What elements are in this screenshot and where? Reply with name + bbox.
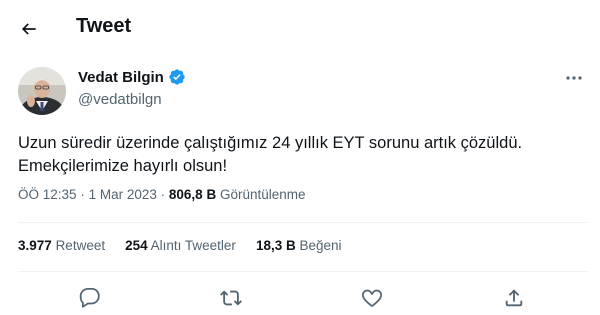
tweet-actions <box>0 284 600 312</box>
share-icon <box>505 289 523 307</box>
author-name-text: Vedat Bilgin <box>78 68 164 86</box>
likes-label: Beğeni <box>299 238 342 253</box>
divider <box>18 222 588 223</box>
tweet-date[interactable]: 1 Mar 2023 <box>89 187 157 202</box>
tweet-time[interactable]: ÖÖ 12:35 <box>18 187 77 202</box>
quotes-label: Alıntı Tweetler <box>150 238 236 253</box>
divider <box>18 271 588 272</box>
quotes-stat[interactable]: 254 Alıntı Tweetler <box>125 238 236 253</box>
retweets-stat[interactable]: 3.977 Retweet <box>18 238 105 253</box>
more-options-button[interactable] <box>560 66 588 90</box>
share-button[interactable] <box>500 284 528 312</box>
like-icon <box>361 289 383 307</box>
verified-badge-icon <box>168 68 186 86</box>
views-count: 806,8 B <box>168 187 217 202</box>
tweet-text-line: Emekçilerimize hayırlı olsun! <box>18 157 228 175</box>
views-label: Görüntülenme <box>219 187 306 202</box>
like-button[interactable] <box>358 284 386 312</box>
likes-count: 18,3 B <box>255 238 296 253</box>
reply-icon <box>79 287 100 308</box>
reply-button[interactable] <box>76 284 104 312</box>
meta-separator: · <box>160 187 166 202</box>
tweet-stats: 3.977 Retweet 254 Alıntı Tweetler 18,3 B… <box>18 238 342 253</box>
author-name[interactable]: Vedat Bilgin <box>78 68 186 86</box>
arrow-left-icon <box>21 23 36 35</box>
back-button[interactable] <box>12 12 46 46</box>
more-icon <box>566 76 582 80</box>
author-handle[interactable]: @vedatbilgn <box>78 91 162 108</box>
likes-stat[interactable]: 18,3 B Beğeni <box>256 238 342 253</box>
retweets-label: Retweet <box>55 238 106 253</box>
tweet-header: Tweet <box>0 0 600 56</box>
retweet-button[interactable] <box>217 284 245 312</box>
tweet-text-line: Uzun süredir üzerinde çalıştığımız 24 yı… <box>18 134 523 152</box>
retweet-icon <box>220 290 242 306</box>
tweet-meta: ÖÖ 12:35 · 1 Mar 2023 · 806,8 B Görüntül… <box>18 187 306 202</box>
page-title: Tweet <box>76 15 132 37</box>
avatar[interactable] <box>18 67 66 115</box>
tweet-text: Uzun süredir üzerinde çalıştığımız 24 yı… <box>18 132 588 178</box>
quotes-count: 254 <box>125 238 148 253</box>
retweets-count: 3.977 <box>18 238 52 253</box>
meta-separator: · <box>80 187 85 202</box>
